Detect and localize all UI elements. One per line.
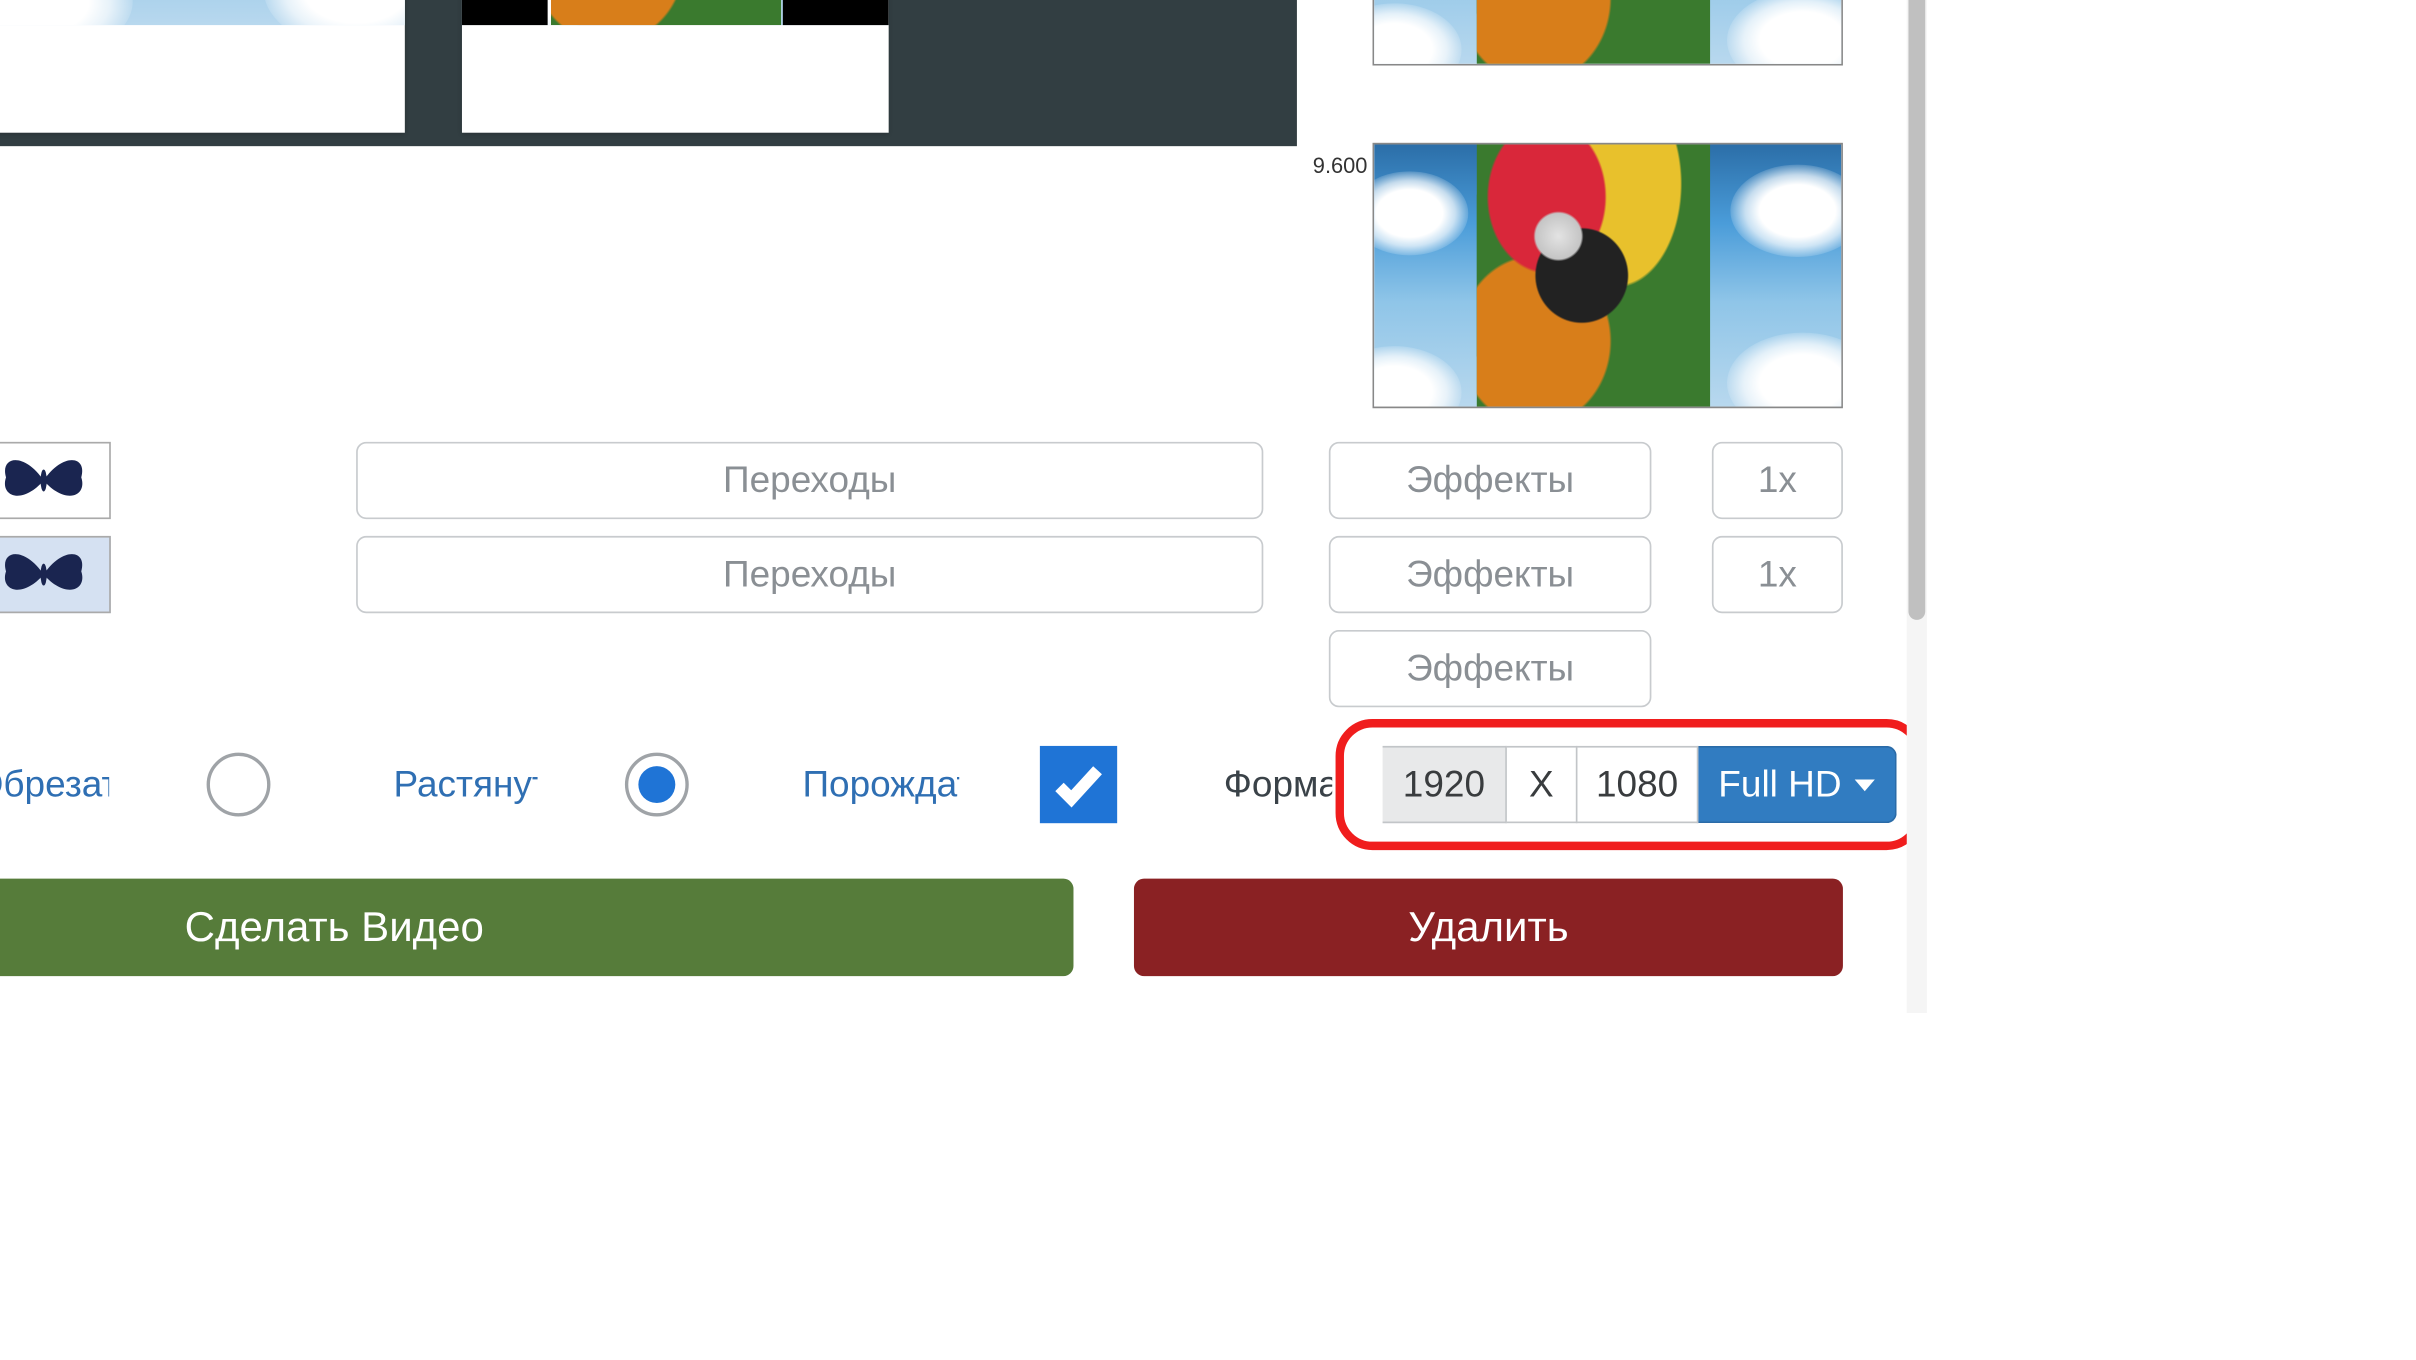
scrollbar[interactable] [1907, 0, 1927, 1013]
multiplier-button[interactable]: 1x [1712, 442, 1843, 519]
format-group: 1920 X 1080 Full HD [1383, 746, 1897, 823]
effects-button[interactable]: Эффекты [1329, 442, 1652, 519]
transitions-button[interactable]: Переходы [356, 536, 1263, 613]
stretch-label: Растянуть [394, 763, 538, 807]
transitions-button[interactable]: Переходы [356, 442, 1263, 519]
timeline-preview-strip [0, 0, 1297, 146]
format-width-input[interactable]: 1920 [1383, 746, 1507, 823]
crop-radio[interactable] [207, 753, 271, 817]
scrollbar-thumb[interactable] [1908, 0, 1925, 620]
frame-thumbnail[interactable] [1373, 0, 1843, 66]
preview-card-1[interactable] [0, 0, 405, 133]
crop-label: Обрезать [0, 763, 109, 807]
layer-main-thumb[interactable] [0, 536, 111, 613]
multiplier-button[interactable]: 1x [1712, 536, 1843, 613]
chevron-down-icon [1855, 779, 1875, 791]
ruler-tick: 9.600 [1309, 153, 1370, 178]
format-label: Формат [1224, 763, 1332, 807]
stretch-radio[interactable] [624, 753, 688, 817]
effects-button[interactable]: Эффекты [1329, 630, 1652, 707]
preview-card-2[interactable] [462, 0, 889, 133]
format-separator: X [1507, 746, 1578, 823]
delete-button[interactable]: Удалить [1134, 879, 1843, 976]
spawn-label: Порождать [802, 763, 959, 807]
format-preset-dropdown[interactable]: Full HD [1698, 746, 1896, 823]
effects-button[interactable]: Эффекты [1329, 536, 1652, 613]
format-height-input[interactable]: 1080 [1577, 746, 1698, 823]
spawn-checkbox[interactable] [1040, 746, 1117, 823]
make-video-button[interactable]: Сделать Видео [0, 879, 1073, 976]
frame-thumbnail[interactable] [1373, 143, 1843, 408]
layer-bg-thumb[interactable] [0, 442, 111, 519]
timeline-ruler: 6 9.600 [1297, 0, 1373, 415]
